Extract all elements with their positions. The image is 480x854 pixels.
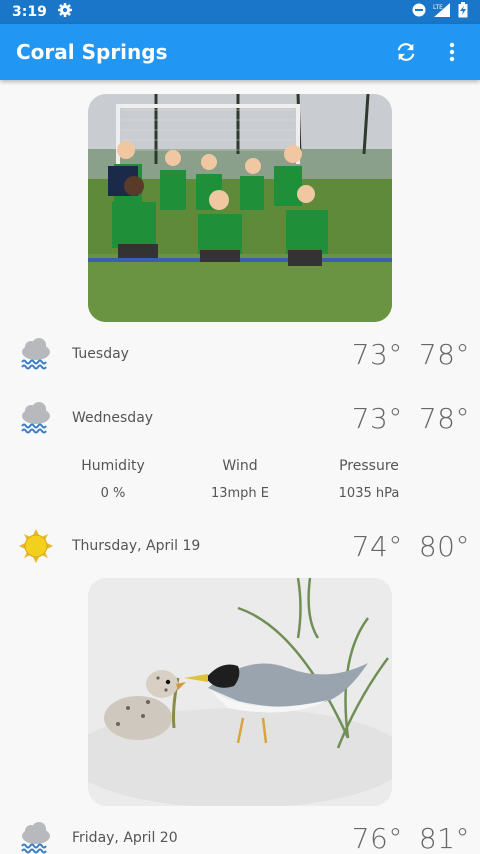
forecast-row-tuesday[interactable]: Tuesday 73° 78° xyxy=(0,334,480,374)
do-not-disturb-icon xyxy=(412,3,426,21)
low-temp: 73° xyxy=(351,401,403,435)
wind-label: Wind xyxy=(222,458,258,474)
status-time: 3:19 xyxy=(12,4,47,20)
humidity-value: 0 % xyxy=(100,486,126,501)
forecast-row-thursday[interactable]: Thursday, April 19 74° 80° xyxy=(0,526,480,566)
refresh-icon xyxy=(397,43,415,61)
pressure-detail: Pressure 1035 hPa xyxy=(304,458,434,501)
forecast-row-wednesday[interactable]: Wednesday 73° 78° xyxy=(0,398,480,438)
signal-lte-icon: LTE xyxy=(432,2,452,22)
battery-charging-icon xyxy=(458,2,468,22)
high-temp: 80° xyxy=(418,529,470,563)
more-vert-icon xyxy=(449,42,455,62)
rain-cloud-icon xyxy=(18,820,54,854)
low-temp: 76° xyxy=(351,821,403,854)
day-label: Wednesday xyxy=(72,410,154,426)
svg-text:LTE: LTE xyxy=(433,4,443,11)
humidity-detail: Humidity 0 % xyxy=(48,458,178,501)
sun-icon xyxy=(18,528,54,564)
page-title: Coral Springs xyxy=(16,40,168,64)
humidity-label: Humidity xyxy=(81,458,145,474)
temperature-range: 76° 81° xyxy=(352,822,470,854)
overflow-menu-button[interactable] xyxy=(440,40,464,64)
day-label: Thursday, April 19 xyxy=(72,538,201,554)
refresh-button[interactable] xyxy=(394,40,418,64)
rain-cloud-icon xyxy=(18,336,54,372)
wind-value: 13mph E xyxy=(210,486,270,501)
app-bar: Coral Springs xyxy=(0,24,480,80)
status-bar: 3:19 LTE xyxy=(0,0,480,24)
high-temp: 78° xyxy=(418,401,470,435)
temperature-range: 74° 80° xyxy=(352,530,470,563)
wind-detail: Wind 13mph E xyxy=(175,458,305,501)
pressure-value: 1035 hPa xyxy=(338,486,400,501)
day-label: Friday, April 20 xyxy=(72,830,178,846)
temperature-range: 73° 78° xyxy=(352,402,470,435)
high-temp: 81° xyxy=(418,821,470,854)
low-temp: 73° xyxy=(351,337,403,371)
temperature-range: 73° 78° xyxy=(352,338,470,371)
soccer-team-photo xyxy=(88,94,392,322)
day-label: Tuesday xyxy=(72,346,129,362)
forecast-row-friday[interactable]: Friday, April 20 76° 81° xyxy=(0,818,480,854)
forecast-list: Tuesday 73° 78° Wednesday 73° 78° Humidity… xyxy=(0,80,480,854)
pressure-label: Pressure xyxy=(339,458,399,474)
bird-photo xyxy=(88,578,392,806)
low-temp: 74° xyxy=(351,529,403,563)
settings-gear-icon xyxy=(57,2,73,22)
rain-cloud-icon xyxy=(18,400,54,436)
high-temp: 78° xyxy=(418,337,470,371)
